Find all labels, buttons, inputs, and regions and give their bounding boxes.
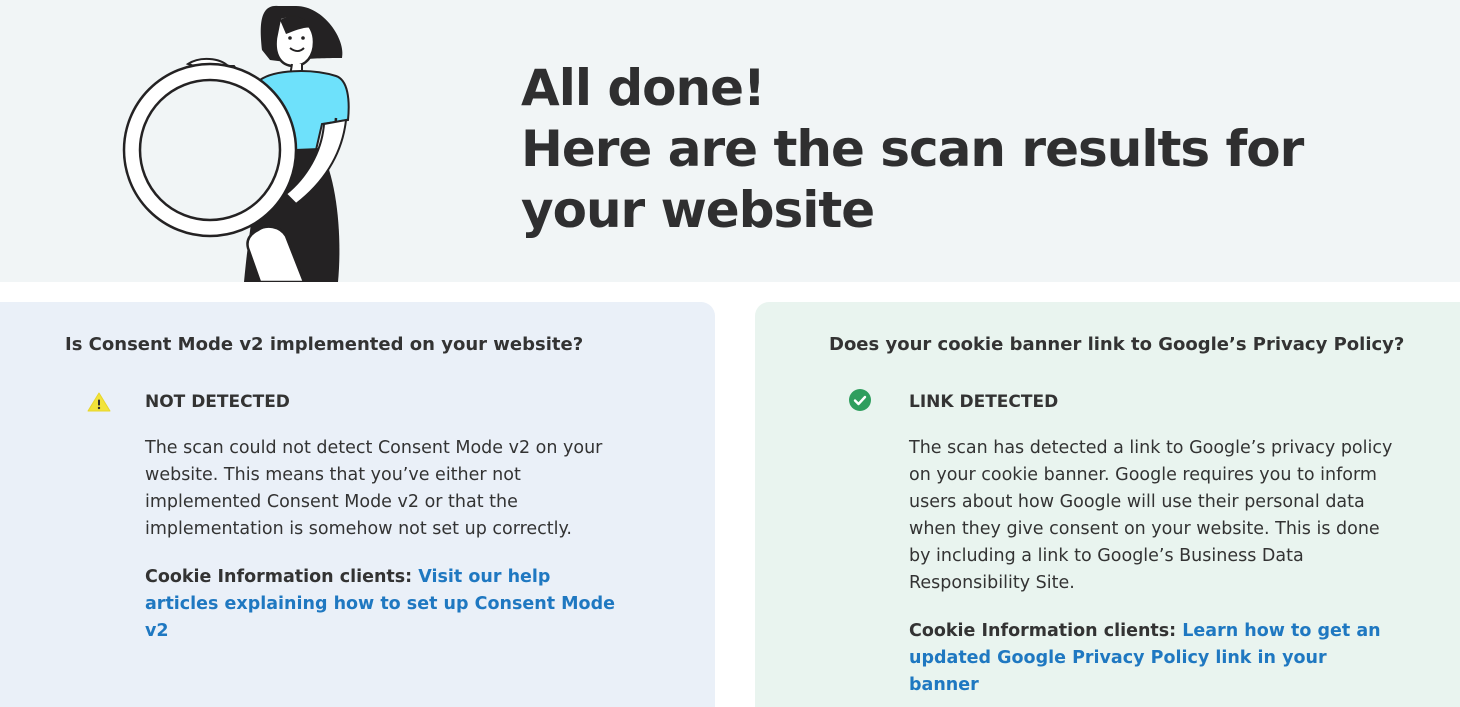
card-question: Does your cookie banner link to Google’s…: [829, 334, 1405, 355]
card-cta: Cookie Information clients: Learn how to…: [909, 618, 1399, 699]
card-cta: Cookie Information clients: Visit our he…: [145, 564, 615, 645]
hero-section: All done! Here are the scan results for …: [0, 0, 1460, 282]
card-description: The scan has detected a link to Google’s…: [909, 438, 1393, 593]
page-title: All done! Here are the scan results for …: [521, 58, 1421, 241]
check-circle-icon: [849, 389, 871, 411]
status-label: LINK DETECTED: [909, 392, 1059, 412]
title-line-1: All done!: [521, 59, 766, 117]
cta-prefix: Cookie Information clients:: [145, 567, 413, 587]
card-question: Is Consent Mode v2 implemented on your w…: [65, 334, 584, 355]
status-label: NOT DETECTED: [145, 392, 290, 412]
woman-with-magnifier-illustration: [122, 5, 350, 282]
card-description: The scan could not detect Consent Mode v…: [145, 438, 603, 539]
title-line-2: Here are the scan results for your websi…: [521, 120, 1304, 239]
consent-mode-card: Is Consent Mode v2 implemented on your w…: [0, 302, 715, 707]
cta-prefix: Cookie Information clients:: [909, 621, 1177, 641]
privacy-policy-card: Does your cookie banner link to Google’s…: [755, 302, 1460, 707]
warning-icon: [87, 392, 111, 412]
